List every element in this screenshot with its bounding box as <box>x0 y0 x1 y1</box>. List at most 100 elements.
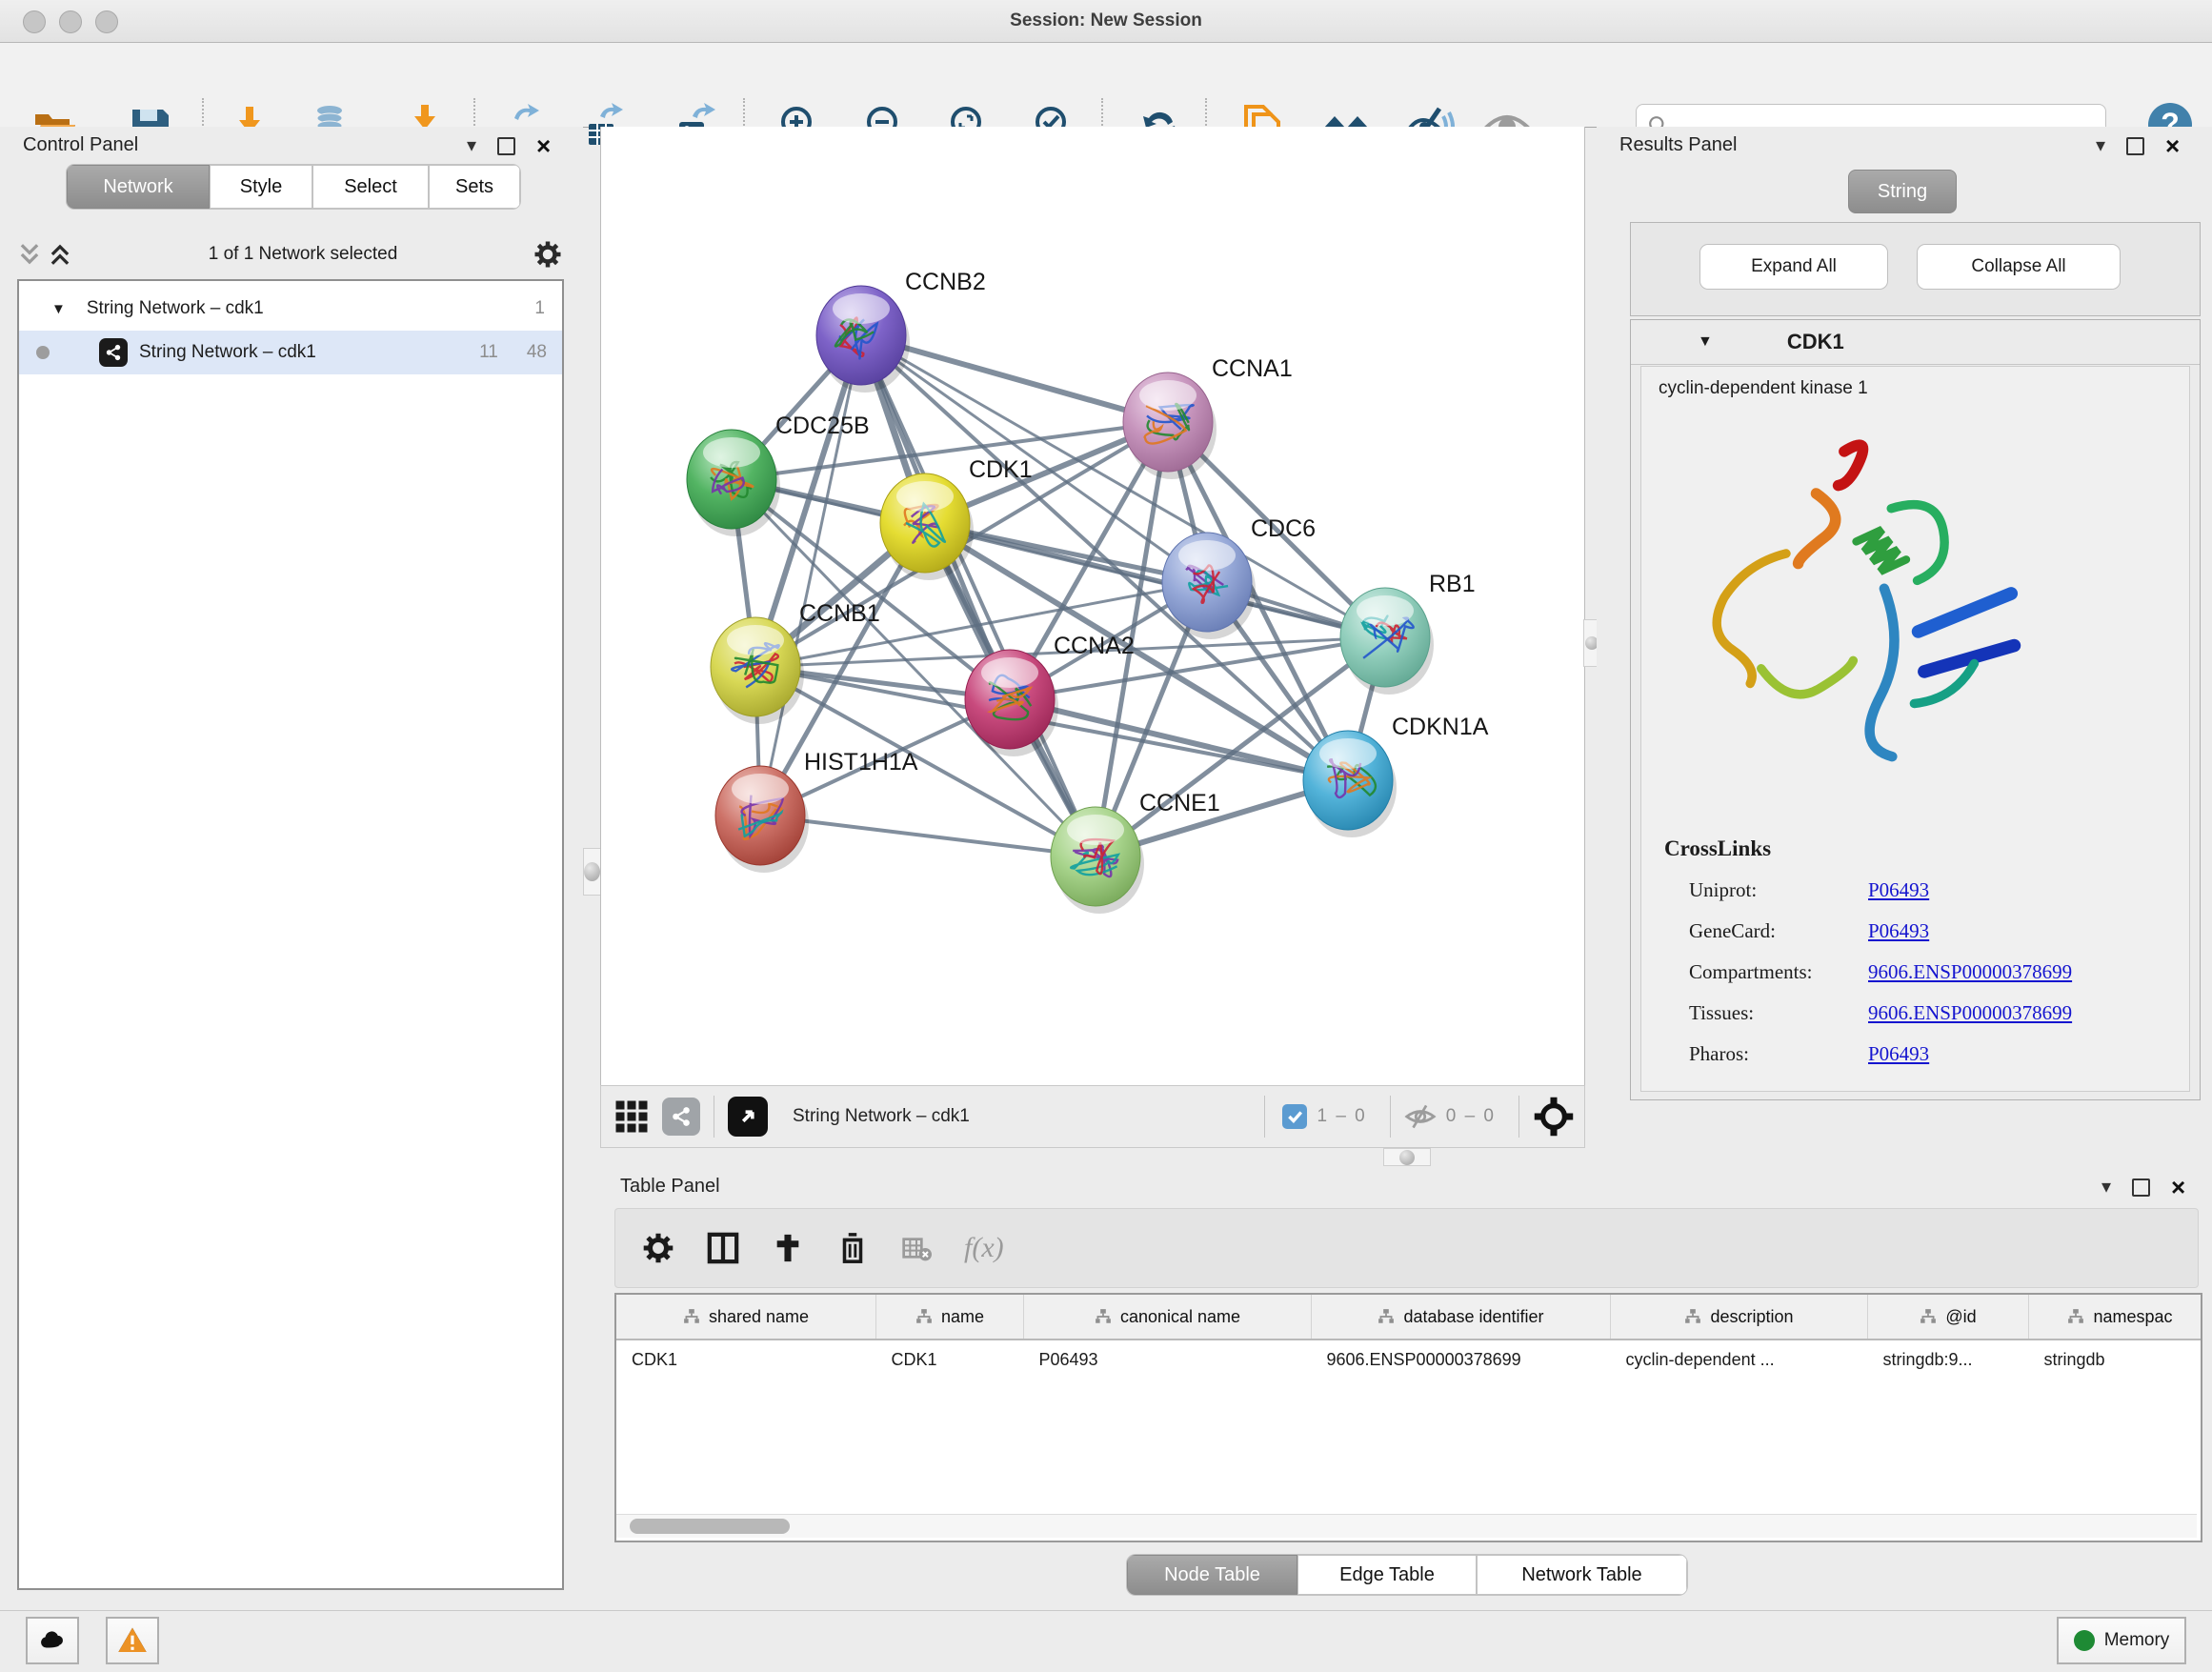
crosslink-label: Pharos: <box>1689 1042 1868 1066</box>
scrollbar-thumb[interactable] <box>630 1519 790 1534</box>
crosslink-link[interactable]: P06493 <box>1868 878 1929 902</box>
node-CCNE1[interactable] <box>1051 807 1144 914</box>
node-HIST1H1A[interactable] <box>715 766 809 873</box>
bottom-splitter-handle[interactable] <box>1383 1148 1431 1166</box>
warning-button[interactable] <box>106 1617 159 1664</box>
cloud-button[interactable] <box>26 1617 79 1664</box>
crosslink-link[interactable]: P06493 <box>1868 919 1929 943</box>
network-tree: ▼ String Network – cdk1 1 String Network… <box>17 279 564 1590</box>
panel-float-icon[interactable] <box>2126 137 2144 155</box>
network-collection-row[interactable]: ▼ String Network – cdk1 1 <box>19 287 562 331</box>
network-view-type-icon[interactable] <box>662 1098 700 1136</box>
edge-HIST1H1A-CCNE1[interactable] <box>760 816 1096 856</box>
show-columns-icon[interactable] <box>707 1232 739 1264</box>
tab-string[interactable]: String <box>1848 170 1957 213</box>
node-label-CCNB2: CCNB2 <box>905 269 986 295</box>
window-close-button[interactable] <box>23 10 46 33</box>
node-CCNA2[interactable] <box>965 650 1058 756</box>
collapse-all-icon[interactable] <box>17 242 42 267</box>
node-RB1[interactable] <box>1340 588 1434 695</box>
table-panel-title: Table Panel <box>620 1176 720 1198</box>
edge-CCNB2-HIST1H1A[interactable] <box>760 335 861 816</box>
edge-CDK1-RB1[interactable] <box>925 523 1385 637</box>
table-cell[interactable]: CDK1 <box>876 1340 1024 1382</box>
panel-menu-icon[interactable]: ▾ <box>2101 1178 2111 1197</box>
network-row[interactable]: String Network – cdk1 11 48 <box>19 331 562 374</box>
fit-selected-icon[interactable] <box>1533 1096 1575 1138</box>
panel-close-icon[interactable]: × <box>2171 1178 2185 1197</box>
window-minimize-button[interactable] <box>59 10 82 33</box>
table-toolbar: f(x) <box>614 1208 2199 1288</box>
panel-float-icon[interactable] <box>2132 1178 2150 1197</box>
column-header-namespac[interactable]: namespac <box>2029 1295 2203 1340</box>
gear-icon[interactable] <box>533 240 562 269</box>
network-view-toolbar: String Network – cdk1 1 – 0 0 – 0 <box>600 1085 1585 1148</box>
selected-checkbox-icon[interactable] <box>1282 1104 1307 1129</box>
table-row[interactable]: CDK1CDK1P064939606.ENSP00000378699cyclin… <box>616 1340 2202 1382</box>
delete-column-icon[interactable] <box>836 1232 869 1264</box>
protein-structure-image <box>1666 409 2066 818</box>
edge-CCNB2-CCNE1[interactable] <box>861 335 1096 856</box>
table-horizontal-scrollbar[interactable] <box>616 1514 2197 1538</box>
column-header-description[interactable]: description <box>1611 1295 1868 1340</box>
table-cell[interactable]: P06493 <box>1024 1340 1312 1382</box>
column-header--id[interactable]: @id <box>1868 1295 2029 1340</box>
table-cell[interactable]: 9606.ENSP00000378699 <box>1312 1340 1611 1382</box>
window-zoom-button[interactable] <box>95 10 118 33</box>
node-CDC25B[interactable] <box>687 430 780 536</box>
panel-menu-icon[interactable]: ▾ <box>2096 136 2105 155</box>
crosslinks-title: CrossLinks <box>1664 836 2189 861</box>
network-status-dot <box>36 346 50 359</box>
gear-icon[interactable] <box>642 1232 674 1264</box>
column-header-name[interactable]: name <box>876 1295 1024 1340</box>
crosslink-link[interactable]: 9606.ENSP00000378699 <box>1868 960 2072 984</box>
crosslink-label: Tissues: <box>1689 1001 1868 1025</box>
control-panel-tabs: Network Style Select Sets <box>67 165 520 209</box>
node-label-CCNA2: CCNA2 <box>1054 633 1135 659</box>
left-splitter-handle[interactable] <box>583 848 601 896</box>
birdseye-view-icon[interactable] <box>728 1097 768 1137</box>
collection-expand-icon[interactable]: ▼ <box>51 301 66 317</box>
collection-count: 1 <box>534 298 545 319</box>
entry-collapse-icon[interactable]: ▼ <box>1698 333 1713 351</box>
node-CCNB2[interactable] <box>816 286 910 393</box>
table-cell[interactable]: stringdb <box>2029 1340 2203 1382</box>
column-header-shared-name[interactable]: shared name <box>616 1295 876 1340</box>
tab-style[interactable]: Style <box>210 165 312 209</box>
memory-button[interactable]: Memory <box>2057 1617 2186 1664</box>
node-CDK1[interactable] <box>880 473 974 580</box>
window-title: Session: New Session <box>0 0 2212 42</box>
table-cell[interactable]: CDK1 <box>616 1340 876 1382</box>
node-CDKN1A[interactable] <box>1303 731 1397 837</box>
panel-close-icon[interactable]: × <box>2165 136 2180 155</box>
grid-view-icon[interactable] <box>614 1099 649 1134</box>
result-entry-header[interactable]: ▼ CDK1 <box>1631 320 2200 365</box>
table-cell[interactable]: stringdb:9... <box>1868 1340 2029 1382</box>
column-header-canonical-name[interactable]: canonical name <box>1024 1295 1312 1340</box>
tab-node-table[interactable]: Node Table <box>1127 1555 1297 1595</box>
node-CCNA1[interactable] <box>1123 373 1217 479</box>
collapse-all-button[interactable]: Collapse All <box>1917 244 2121 290</box>
table-cell[interactable]: cyclin-dependent ... <box>1611 1340 1868 1382</box>
main-toolbar: ? <box>0 43 2212 128</box>
expand-all-icon[interactable] <box>48 242 72 267</box>
column-header-database-identifier[interactable]: database identifier <box>1312 1295 1611 1340</box>
node-label-RB1: RB1 <box>1429 571 1476 597</box>
tab-select[interactable]: Select <box>312 165 429 209</box>
tab-network[interactable]: Network <box>67 165 210 209</box>
panel-menu-icon[interactable]: ▾ <box>467 136 476 155</box>
table-panel-window-controls: ▾ × <box>2101 1178 2185 1197</box>
expand-all-button[interactable]: Expand All <box>1699 244 1888 290</box>
add-column-icon[interactable] <box>772 1232 804 1264</box>
crosslink-link[interactable]: P06493 <box>1868 1042 1929 1066</box>
panel-close-icon[interactable]: × <box>536 136 551 155</box>
tab-network-table[interactable]: Network Table <box>1477 1555 1687 1595</box>
entry-description: cyclin-dependent kinase 1 <box>1659 378 2189 399</box>
crosslink-link[interactable]: 9606.ENSP00000378699 <box>1868 1001 2072 1025</box>
network-canvas[interactable]: CCNB2CCNA1CDC25BCDK1CDC6RB1CCNB1CCNA2CDK… <box>600 127 1585 1085</box>
panel-float-icon[interactable] <box>497 137 515 155</box>
tab-edge-table[interactable]: Edge Table <box>1297 1555 1477 1595</box>
delete-table-icon <box>901 1233 932 1263</box>
network-edge-count: 48 <box>527 342 547 363</box>
tab-sets[interactable]: Sets <box>429 165 520 209</box>
